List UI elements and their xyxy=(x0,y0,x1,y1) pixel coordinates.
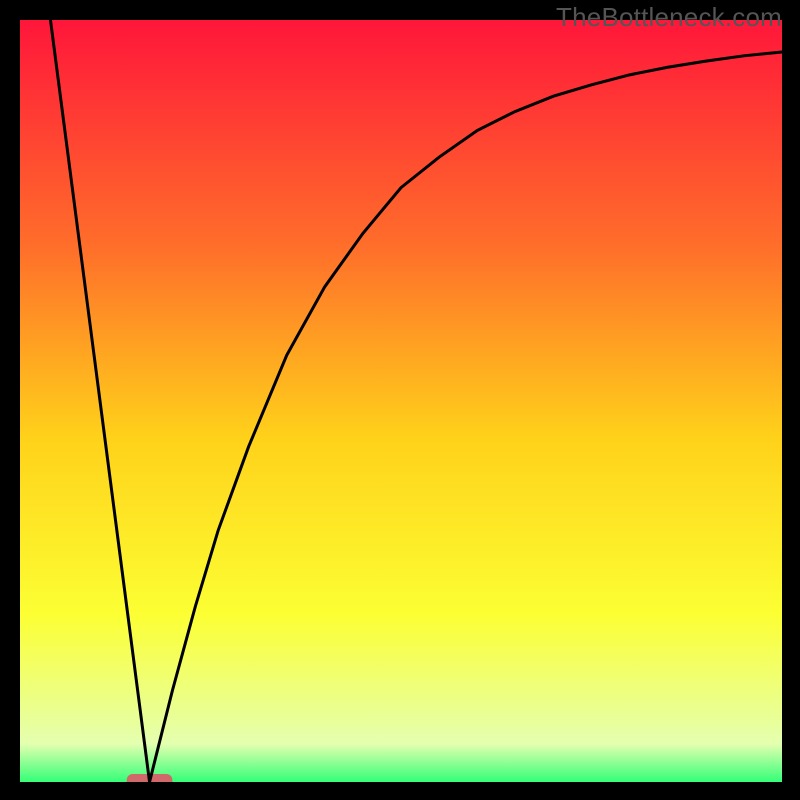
watermark-text: TheBottleneck.com xyxy=(556,2,782,33)
chart-frame: TheBottleneck.com xyxy=(0,0,800,800)
plot-area xyxy=(20,20,782,782)
chart-svg xyxy=(20,20,782,782)
